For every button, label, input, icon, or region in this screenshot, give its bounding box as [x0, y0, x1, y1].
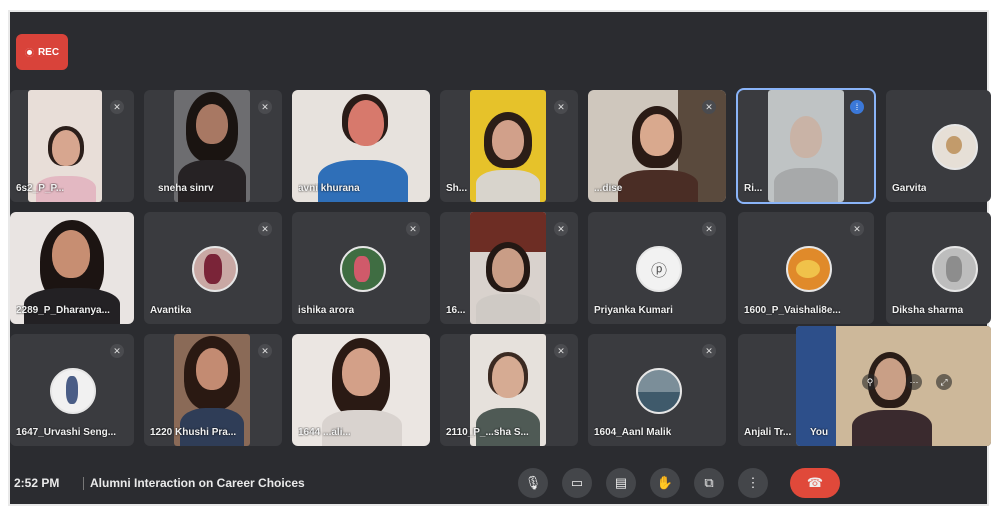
participant-name: Ri... — [744, 183, 763, 194]
avatar — [932, 124, 978, 170]
mic-button[interactable]: 🎙 — [518, 468, 548, 498]
participant-tile[interactable]: ✕ 2110_P_...sha S... — [440, 334, 578, 446]
participant-tile[interactable]: ✕ 1220 Khushi Pra... — [144, 334, 282, 446]
mic-icon: 🎙 — [524, 475, 542, 490]
hand-icon: ✋ — [656, 475, 674, 490]
participant-name: sneha sinrv — [158, 183, 214, 194]
participant-tile[interactable]: 2289_P_Dharanya... — [10, 212, 134, 324]
participant-tile[interactable]: ✕ Avantika — [144, 212, 282, 324]
participant-name: Garvita — [892, 183, 927, 194]
participant-name: ishika arora — [298, 305, 355, 316]
participant-name: 1647_Urvashi Seng... — [16, 427, 117, 438]
more-options-button[interactable]: ⋮ — [738, 468, 768, 498]
mic-off-icon: ✕ — [702, 100, 716, 114]
self-view-tile[interactable]: ⚲ ⋯ ⤢ You — [796, 326, 991, 446]
mic-off-icon: ✕ — [702, 222, 716, 236]
audio-level-icon: ⁞ — [850, 100, 864, 114]
mic-off-icon: ✕ — [258, 344, 272, 358]
participant-name: 1220 Khushi Pra... — [150, 427, 237, 438]
avatar — [192, 246, 238, 292]
participant-tile[interactable]: avni khurana — [292, 90, 430, 202]
participant-name: 2110_P_...sha S... — [446, 427, 529, 438]
avatar — [50, 368, 96, 414]
participant-tile-active[interactable]: ⁞ Ri... — [736, 88, 876, 204]
meet-window: REC ✕ 6s2_P_P... ✕ sneha sinrv avni khur… — [8, 10, 991, 506]
participant-name: avni khurana — [298, 183, 360, 194]
participant-video — [470, 90, 546, 202]
participant-tile[interactable]: Diksha sharma — [886, 212, 991, 324]
participant-tile[interactable]: ✕ 1600_P_Vaishali8e... — [738, 212, 874, 324]
mic-off-icon: ✕ — [110, 100, 124, 114]
mic-off-icon: ✕ — [850, 222, 864, 236]
participant-tile[interactable]: ✕ 1604_Aanl Malik — [588, 334, 726, 446]
participant-name: 1644 ...ali... — [298, 427, 351, 438]
separator — [83, 477, 84, 490]
pin-icon[interactable]: ⚲ — [862, 374, 878, 390]
participant-name: 6s2_P_P... — [16, 183, 65, 194]
raise-hand-button[interactable]: ✋ — [650, 468, 680, 498]
participant-tile[interactable]: ✕ sneha sinrv — [144, 90, 282, 202]
camera-icon: ▭ — [570, 475, 584, 490]
participant-name: Anjali Tr... — [744, 427, 792, 438]
mic-off-icon: ✕ — [554, 100, 568, 114]
participant-name: ...dise — [594, 183, 623, 194]
camera-button[interactable]: ▭ — [562, 468, 592, 498]
participant-tile[interactable]: ✕ ishika arora — [292, 212, 430, 324]
mic-off-icon: ✕ — [110, 344, 124, 358]
recording-label: REC — [37, 46, 60, 58]
avatar — [932, 246, 978, 292]
mic-off-icon: ✕ — [406, 222, 420, 236]
mic-off-icon: ✕ — [258, 100, 272, 114]
participant-name: Avantika — [150, 305, 192, 316]
participant-name: 1600_P_Vaishali8e... — [744, 305, 841, 316]
clock-time: 2:52 PM — [14, 476, 60, 490]
options-icon[interactable]: ⋯ — [906, 374, 922, 390]
participant-tile[interactable]: ✕ Sh... — [440, 90, 578, 202]
participant-name: Priyanka Kumari — [594, 305, 673, 316]
participant-name: 16... — [446, 305, 466, 316]
mic-off-icon: ✕ — [258, 222, 272, 236]
participant-name: 1604_Aanl Malik — [594, 427, 672, 438]
participant-tile[interactable]: ✕ 16... — [440, 212, 578, 324]
avatar — [340, 246, 386, 292]
avatar — [786, 246, 832, 292]
unpin-icon[interactable]: ⤢ — [936, 374, 952, 390]
bottom-bar: 2:52 PM Alumni Interaction on Career Cho… — [10, 464, 987, 504]
participant-name: Diksha sharma — [892, 305, 964, 316]
more-vert-icon: ⋮ — [746, 475, 760, 490]
captions-icon: ▤ — [614, 475, 628, 490]
present-screen-icon: ⧉ — [704, 475, 714, 490]
participant-tile[interactable]: 1644 ...ali... — [292, 334, 430, 446]
participant-tile[interactable]: ✕ 6s2_P_P... — [10, 90, 134, 202]
avatar: ⓟ — [636, 246, 682, 292]
participant-tile[interactable]: ✕ ...dise — [588, 90, 726, 202]
record-dot-icon — [24, 47, 34, 57]
avatar — [636, 368, 682, 414]
participant-name: 2289_P_Dharanya... — [16, 305, 110, 316]
mic-off-icon: ✕ — [554, 222, 568, 236]
mic-off-icon: ✕ — [702, 344, 716, 358]
participant-video — [470, 212, 546, 324]
captions-button[interactable]: ▤ — [606, 468, 636, 498]
end-call-button[interactable]: ☎ — [790, 468, 840, 498]
meeting-title: Alumni Interaction on Career Choices — [90, 476, 305, 490]
participant-name: Sh... — [446, 183, 468, 194]
participant-tile[interactable]: ✕ 1647_Urvashi Seng... — [10, 334, 134, 446]
self-name: You — [810, 427, 829, 438]
recording-indicator: REC — [16, 34, 68, 70]
participant-video — [768, 90, 844, 202]
participant-tile[interactable]: ⓟ ✕ Priyanka Kumari — [588, 212, 726, 324]
mic-off-icon: ✕ — [554, 344, 568, 358]
participant-tile[interactable]: Garvita — [886, 90, 991, 202]
present-button[interactable]: ⧉ — [694, 468, 724, 498]
hang-up-icon: ☎ — [806, 475, 824, 490]
